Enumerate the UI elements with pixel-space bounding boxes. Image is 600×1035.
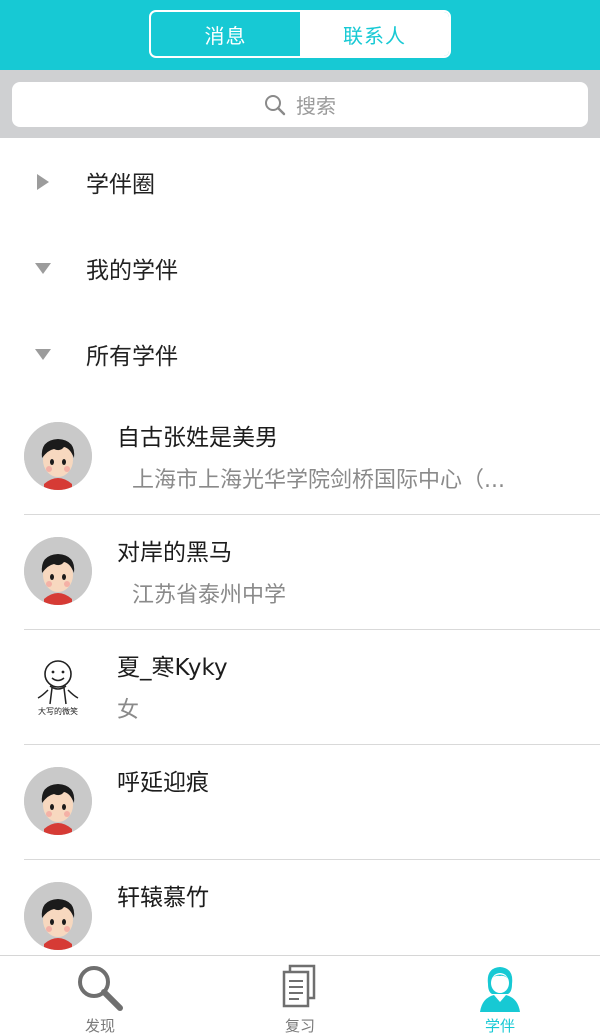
contact-name: 轩辕慕竹 bbox=[117, 885, 209, 911]
tab-messages[interactable]: 消息 bbox=[151, 12, 300, 56]
contact-name: 对岸的黑马 bbox=[117, 540, 232, 566]
group-label: 所有学伴 bbox=[86, 344, 178, 370]
smiley-sketch-avatar: 大写的微笑 bbox=[24, 652, 92, 720]
tab-label: 复习 bbox=[284, 1017, 315, 1035]
group-label: 学伴圈 bbox=[86, 172, 155, 198]
group-row-all-partners[interactable]: 所有学伴 bbox=[0, 311, 600, 397]
search-input[interactable]: 搜索 bbox=[12, 82, 588, 127]
contact-name: 夏_寒Kyky bbox=[117, 655, 228, 681]
tab-review[interactable]: 复习 bbox=[200, 956, 400, 1035]
contact-subtitle: 上海市上海光华学院剑桥国际中心（... bbox=[132, 468, 505, 493]
caret-right-icon bbox=[34, 173, 52, 191]
group-label: 我的学伴 bbox=[86, 258, 178, 284]
contact-row[interactable]: 自古张姓是美男 上海市上海光华学院剑桥国际中心（... bbox=[0, 400, 600, 515]
cartoon-boy-avatar bbox=[24, 882, 92, 950]
search-placeholder: 搜索 bbox=[296, 94, 336, 118]
documents-icon bbox=[274, 962, 326, 1014]
caret-down-icon bbox=[34, 259, 52, 277]
tab-partners[interactable]: 学伴 bbox=[400, 956, 600, 1035]
tab-contacts[interactable]: 联系人 bbox=[300, 12, 449, 56]
group-row-my-partners[interactable]: 我的学伴 bbox=[0, 225, 600, 311]
group-row-xuebanquan[interactable]: 学伴圈 bbox=[0, 139, 600, 225]
search-bar: 搜索 bbox=[0, 70, 600, 138]
contact-subtitle: 江苏省泰州中学 bbox=[132, 583, 287, 608]
magnifier-icon bbox=[74, 962, 126, 1014]
contact-row[interactable]: 对岸的黑马 江苏省泰州中学 bbox=[0, 515, 600, 630]
search-icon bbox=[264, 94, 286, 116]
svg-text:大写的微笑: 大写的微笑 bbox=[38, 706, 78, 716]
bottom-tab-bar: 发现 复习 学伴 bbox=[0, 955, 600, 1035]
contact-subtitle: 女 bbox=[117, 698, 140, 723]
person-icon bbox=[474, 962, 526, 1014]
cartoon-boy-avatar bbox=[24, 537, 92, 605]
contact-row[interactable]: 大写的微笑 夏_寒Kyky 女 bbox=[0, 630, 600, 745]
contact-name: 呼延迎痕 bbox=[117, 770, 209, 796]
caret-down-icon bbox=[34, 345, 52, 363]
top-bar: 消息 联系人 bbox=[0, 0, 600, 70]
segmented-control: 消息 联系人 bbox=[149, 10, 451, 58]
cartoon-boy-avatar bbox=[24, 767, 92, 835]
contact-row[interactable]: 呼延迎痕 bbox=[0, 745, 600, 860]
contact-name: 自古张姓是美男 bbox=[117, 425, 278, 451]
tab-label: 学伴 bbox=[484, 1017, 515, 1035]
cartoon-boy-avatar bbox=[24, 422, 92, 490]
tab-discover[interactable]: 发现 bbox=[0, 956, 200, 1035]
tab-label: 发现 bbox=[84, 1017, 115, 1035]
